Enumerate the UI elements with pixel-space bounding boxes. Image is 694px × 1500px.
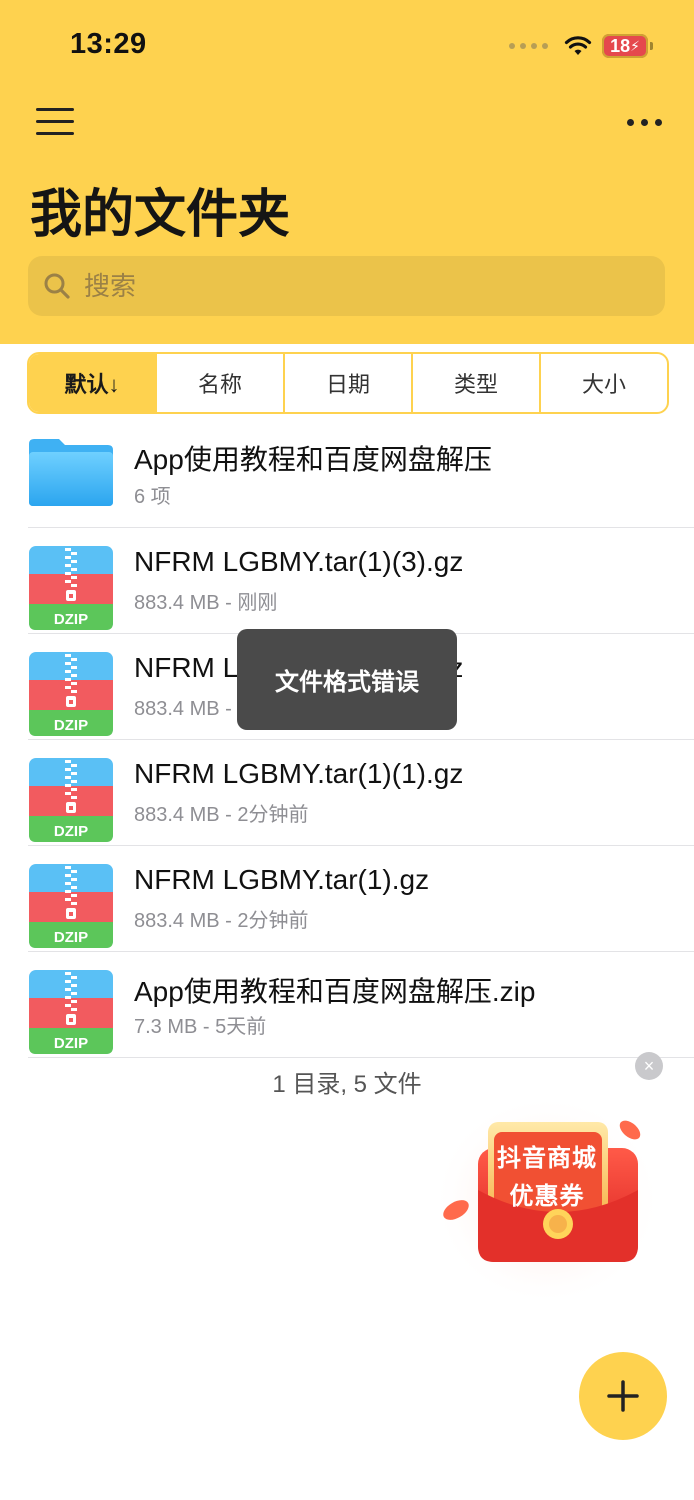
dzip-icon: DZIP	[29, 758, 113, 842]
wifi-icon	[564, 36, 592, 55]
file-name: NFRM LGBMY.tar(1)(3).gz	[134, 546, 464, 577]
dzip-label: DZIP	[54, 611, 88, 628]
file-name: NFRM LGBMY.tar(1)(1).gz	[134, 758, 464, 789]
battery-level: 18	[610, 35, 631, 56]
menu-icon[interactable]	[36, 104, 76, 140]
error-toast: 文件格式错误	[237, 629, 457, 730]
plus-icon	[607, 1380, 639, 1412]
list-item[interactable]: DZIP NFRM LGBMY.tar(1)(1).gz 883.4 MB - …	[0, 740, 694, 846]
dzip-label: DZIP	[54, 823, 88, 840]
file-list: App使用教程和百度网盘解压 6 项 DZIP NFRM LGBMY.tar(1…	[0, 422, 694, 1058]
search-input[interactable]	[82, 269, 646, 303]
add-button[interactable]	[579, 1352, 667, 1440]
file-meta: 883.4 MB - 2分钟前	[134, 910, 309, 932]
header: 13:29 18 ⚡ 我的文件夹	[0, 0, 694, 344]
sort-tab-size[interactable]: 大小	[541, 354, 667, 412]
sort-tab-name[interactable]: 名称	[157, 354, 285, 412]
signal-icon	[509, 43, 548, 49]
list-item[interactable]: DZIP App使用教程和百度网盘解压.zip 7.3 MB - 5天前	[0, 952, 694, 1058]
search-icon	[44, 273, 70, 299]
list-item[interactable]: DZIP NFRM LGBMY.tar(1)(3).gz 883.4 MB - …	[0, 528, 694, 634]
status-icons: 18 ⚡	[509, 32, 653, 60]
more-options-icon[interactable]	[624, 110, 664, 134]
dzip-icon: DZIP	[29, 864, 113, 948]
search-bar[interactable]	[28, 256, 665, 316]
file-name: App使用教程和百度网盘解压	[134, 444, 492, 475]
sort-bar: 默认↓ 名称 日期 类型 大小	[27, 352, 669, 414]
list-item[interactable]: App使用教程和百度网盘解压 6 项	[0, 422, 694, 528]
battery-icon: 18 ⚡	[602, 34, 653, 58]
promo-coupon-banner[interactable]: 抖音商城 优惠券	[432, 1094, 662, 1306]
sort-tab-type[interactable]: 类型	[413, 354, 541, 412]
dzip-label: DZIP	[54, 717, 88, 734]
file-meta: 7.3 MB - 5天前	[134, 1016, 267, 1038]
file-meta: 883.4 MB - 2分钟前	[134, 804, 309, 826]
dzip-label: DZIP	[54, 929, 88, 946]
dzip-icon: DZIP	[29, 970, 113, 1054]
dzip-icon: DZIP	[29, 546, 113, 630]
dzip-icon: DZIP	[29, 652, 113, 736]
file-meta: 883.4 MB - 刚刚	[134, 592, 278, 614]
folder-icon	[29, 439, 113, 506]
file-name: App使用教程和百度网盘解压.zip	[134, 976, 536, 1007]
file-name: NFRM LGBMY.tar(1).gz	[134, 864, 430, 895]
promo-subtitle: 优惠券	[509, 1183, 585, 1210]
promo-title: 抖音商城	[497, 1145, 597, 1172]
file-meta: 6 项	[134, 486, 171, 508]
promo-close-button[interactable]: ×	[635, 1052, 663, 1080]
list-item[interactable]: DZIP NFRM LGBMY.tar(1).gz 883.4 MB - 2分钟…	[0, 846, 694, 952]
sort-tab-date[interactable]: 日期	[285, 354, 413, 412]
sort-tab-default[interactable]: 默认↓	[29, 354, 157, 412]
dzip-label: DZIP	[54, 1035, 88, 1052]
page-title: 我的文件夹	[30, 186, 291, 244]
status-time: 13:29	[70, 28, 147, 60]
